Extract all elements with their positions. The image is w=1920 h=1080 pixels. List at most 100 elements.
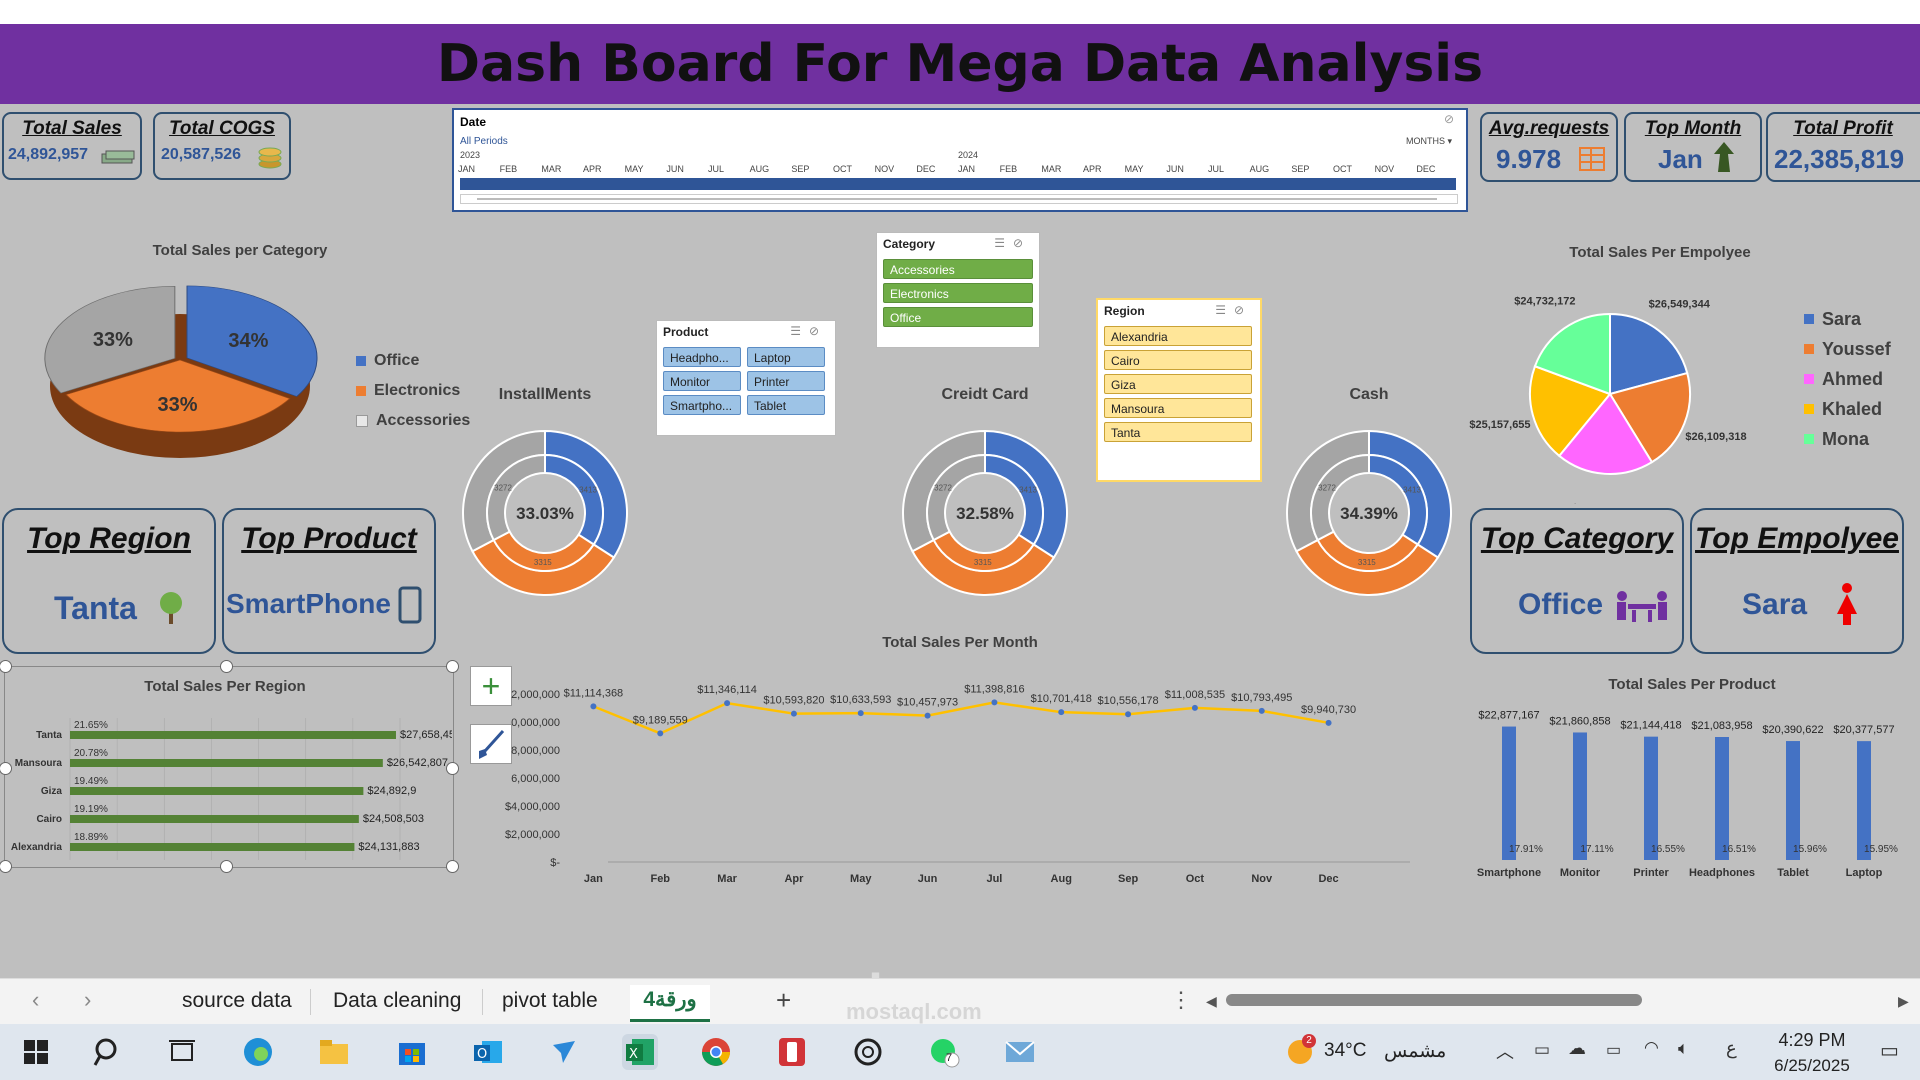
tab-pivot-table[interactable]: pivot table: [502, 989, 598, 1013]
cloud-icon[interactable]: ☁: [1568, 1038, 1586, 1059]
app-icon[interactable]: [546, 1034, 582, 1070]
credit-card-doughnut[interactable]: 3413 3315 3272 32.58%: [900, 428, 1070, 598]
resize-handle[interactable]: [446, 860, 459, 873]
data-point[interactable]: [724, 700, 731, 707]
data-point[interactable]: [1325, 719, 1332, 726]
slicer-item-alexandria[interactable]: Alexandria: [1104, 326, 1252, 346]
month-line-chart[interactable]: 2,000,000 0,000,000 8,000,000 6,000,000 $4,0…: [500, 652, 1420, 888]
weather-text[interactable]: مشمس: [1384, 1040, 1446, 1063]
file-explorer-icon[interactable]: [316, 1034, 352, 1070]
category-pie-chart[interactable]: 34% 33% 33%: [40, 280, 320, 480]
bar-laptop[interactable]: [1857, 741, 1871, 860]
bar-tablet[interactable]: [1786, 741, 1800, 860]
meet-icon[interactable]: ▭: [1534, 1040, 1550, 1060]
app-red-icon[interactable]: [774, 1034, 810, 1070]
edge-icon[interactable]: [240, 1034, 276, 1070]
resize-handle[interactable]: [446, 660, 459, 673]
kpi-avg-requests[interactable]: Avg.requests 9.978: [1480, 112, 1618, 182]
filter-icons[interactable]: ☰⊘: [790, 324, 827, 338]
bar-printer[interactable]: [1644, 736, 1658, 860]
kpi-total-cogs[interactable]: Total COGS 20,587,526: [153, 112, 291, 180]
data-point[interactable]: [991, 699, 998, 706]
category-slicer[interactable]: Category ☰⊘ Accessories Electronics Offi…: [876, 232, 1040, 348]
slicer-item-office[interactable]: Office: [883, 307, 1033, 327]
windows-start-icon[interactable]: [18, 1034, 54, 1070]
bar-cairo[interactable]: [70, 815, 359, 823]
kpi-top-month[interactable]: Top Month Jan: [1624, 112, 1762, 182]
card-top-region[interactable]: Top Region Tanta: [2, 508, 216, 654]
wifi-icon[interactable]: ◠: [1644, 1038, 1659, 1058]
slicer-item-cairo[interactable]: Cairo: [1104, 350, 1252, 370]
chatgpt-icon[interactable]: [850, 1034, 886, 1070]
battery-icon[interactable]: ▭: [1606, 1040, 1621, 1060]
search-icon[interactable]: [90, 1034, 126, 1070]
data-point[interactable]: [1058, 709, 1065, 716]
slicer-item-printer[interactable]: Printer: [747, 371, 825, 391]
slicer-item-headphones[interactable]: Headpho...: [663, 347, 741, 367]
slicer-item-laptop[interactable]: Laptop: [747, 347, 825, 367]
kpi-total-sales[interactable]: Total Sales 24,892,957: [2, 112, 142, 180]
filter-icons[interactable]: ☰⊘: [1215, 303, 1252, 317]
employee-pie-chart[interactable]: $26,549,344 $26,109,318 $25,186,110 $25,157…: [1450, 294, 1770, 504]
clear-filter-icon[interactable]: ⊘: [1444, 112, 1454, 126]
slicer-item-accessories[interactable]: Accessories: [883, 259, 1033, 279]
bar-mansoura[interactable]: [70, 759, 383, 767]
data-point[interactable]: [657, 730, 664, 737]
resize-handle[interactable]: [220, 660, 233, 673]
tab-data-cleaning[interactable]: Data cleaning: [333, 989, 461, 1013]
tab-source-data[interactable]: source data: [182, 989, 292, 1013]
whatsapp-icon[interactable]: 7: [926, 1034, 962, 1070]
slicer-item-monitor[interactable]: Monitor: [663, 371, 741, 391]
filter-icons[interactable]: ☰⊘: [994, 236, 1031, 250]
chrome-icon[interactable]: [698, 1034, 734, 1070]
data-point[interactable]: [790, 710, 797, 717]
weather-temp[interactable]: 34°C: [1324, 1040, 1366, 1062]
slicer-item-mansoura[interactable]: Mansoura: [1104, 398, 1252, 418]
scroll-left-icon[interactable]: ◀: [1206, 993, 1217, 1010]
mail-icon[interactable]: [1002, 1034, 1038, 1070]
resize-handle[interactable]: [0, 860, 12, 873]
region-bar-chart[interactable]: Tanta 21.65% $27,658,450 Mansoura 20.78% $26,…: [4, 700, 452, 866]
clock-time[interactable]: 4:29 PM: [1764, 1030, 1860, 1051]
bar-giza[interactable]: [70, 787, 364, 795]
data-point[interactable]: [1125, 711, 1132, 718]
data-point[interactable]: [924, 712, 931, 719]
card-top-product[interactable]: Top Product SmartPhone: [222, 508, 436, 654]
scroll-right-icon[interactable]: ▶: [1898, 993, 1909, 1010]
slicer-item-tanta[interactable]: Tanta: [1104, 422, 1252, 442]
data-point[interactable]: [1191, 704, 1198, 711]
excel-icon[interactable]: X: [622, 1034, 658, 1070]
data-point[interactable]: [1258, 707, 1265, 714]
bar-headphones[interactable]: [1715, 737, 1729, 860]
horizontal-scrollbar[interactable]: [1226, 994, 1642, 1006]
time-level-dropdown[interactable]: MONTHS ▾: [1406, 136, 1452, 147]
region-slicer[interactable]: Region ☰⊘ Alexandria Cairo Giza Mansoura…: [1096, 298, 1262, 482]
timeline-bar[interactable]: [460, 178, 1456, 190]
chevron-up-icon[interactable]: ︿: [1496, 1038, 1514, 1064]
next-sheet-icon[interactable]: ›: [84, 987, 91, 1013]
data-point[interactable]: [590, 703, 597, 710]
data-point[interactable]: [857, 710, 864, 717]
notification-icon[interactable]: ▭: [1880, 1038, 1899, 1063]
slicer-item-tablet[interactable]: Tablet: [747, 395, 825, 415]
task-view-icon[interactable]: [164, 1034, 200, 1070]
language-indicator[interactable]: ع: [1726, 1038, 1737, 1059]
outlook-icon[interactable]: O: [470, 1034, 506, 1070]
cash-doughnut[interactable]: 3413 3315 3272 34.39%: [1284, 428, 1454, 598]
bar-alexandria[interactable]: [70, 843, 355, 851]
bar-monitor[interactable]: [1573, 732, 1587, 860]
timeline-scrollbar[interactable]: [460, 194, 1458, 204]
slicer-item-electronics[interactable]: Electronics: [883, 283, 1033, 303]
installments-doughnut[interactable]: 3413 3315 3272 33.03%: [460, 428, 630, 598]
card-top-employee[interactable]: Top Empolyee Sara: [1690, 508, 1904, 654]
bar-tanta[interactable]: [70, 731, 396, 739]
date-timeline-slicer[interactable]: Date ⊘ All Periods MONTHS ▾ 2023 2024 JA…: [452, 108, 1468, 212]
resize-handle[interactable]: [446, 762, 459, 775]
tab-sheet4[interactable]: ورقة4: [630, 985, 710, 1022]
add-sheet-button[interactable]: +: [776, 985, 791, 1016]
product-bar-chart[interactable]: $22,877,167 17.91% Smartphone $21,860,858 17…: [1470, 696, 1914, 888]
volume-icon[interactable]: 🔈︎: [1678, 1038, 1689, 1059]
slicer-item-smartphone[interactable]: Smartpho...: [663, 395, 741, 415]
resize-handle[interactable]: [220, 860, 233, 873]
card-top-category[interactable]: Top Category Office: [1470, 508, 1684, 654]
